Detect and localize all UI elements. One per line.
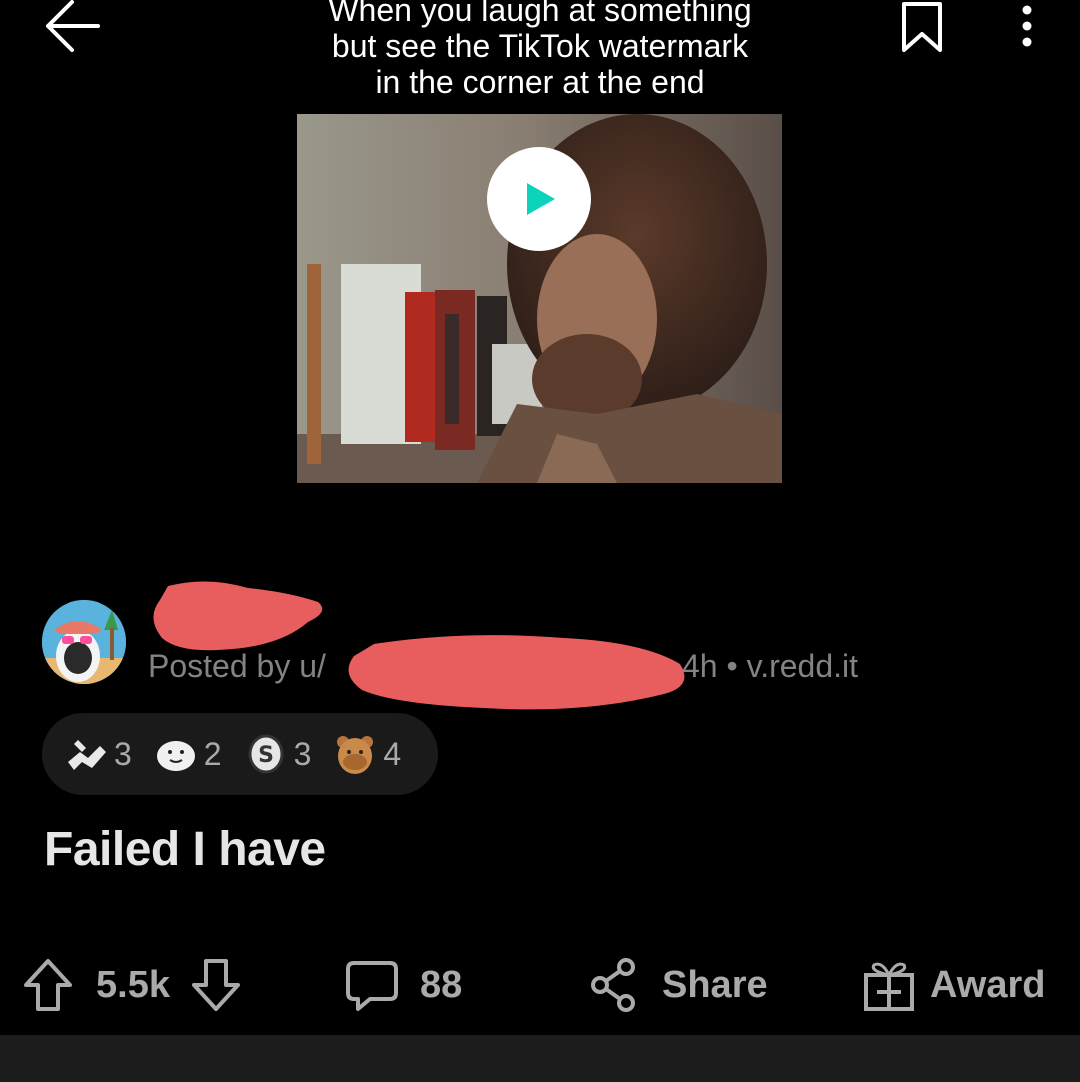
arrow-left-icon	[46, 0, 100, 52]
video-player[interactable]	[297, 114, 782, 483]
award-count: 2	[203, 735, 222, 772]
post-title: Failed I have	[44, 823, 326, 876]
share-button[interactable]: Share	[588, 950, 768, 1020]
seal-award-icon	[156, 741, 195, 771]
downvote-icon[interactable]	[190, 957, 242, 1013]
award-item: 4	[333, 732, 401, 776]
award-button[interactable]: Award	[862, 950, 1045, 1020]
back-button[interactable]	[40, 0, 104, 52]
play-icon	[527, 183, 555, 215]
avatar-image	[42, 600, 126, 684]
vote-count: 5.5k	[96, 963, 170, 1006]
video-caption: When you laugh at something but see the …	[250, 0, 830, 100]
comment-icon	[346, 961, 398, 1011]
award-count: 3	[114, 735, 132, 772]
caption-line: When you laugh at something	[328, 0, 752, 28]
gift-icon	[864, 962, 914, 1011]
author-redaction	[348, 635, 685, 710]
play-button[interactable]	[487, 147, 591, 251]
award-item: S 3	[244, 732, 312, 776]
comments-button[interactable]: 88	[344, 950, 462, 1020]
username-redaction	[153, 581, 323, 651]
more-options-button[interactable]	[1010, 2, 1044, 50]
arm-wrestling-award-icon	[68, 740, 106, 770]
awards-bar[interactable]: 3 2 S 3 4	[42, 713, 438, 795]
award-count: 4	[383, 735, 402, 772]
share-icon	[591, 958, 635, 1012]
bear-award-icon	[337, 736, 374, 774]
more-vertical-icon	[1022, 5, 1032, 47]
bottom-bar	[0, 1035, 1080, 1082]
share-label: Share	[662, 963, 768, 1006]
caption-line: in the corner at the end	[375, 64, 705, 100]
upvote-icon[interactable]	[22, 957, 74, 1013]
svg-text:S: S	[258, 743, 274, 768]
post-age-domain: • 4h • v.redd.it	[661, 648, 859, 684]
award-count: 3	[293, 735, 312, 772]
save-button[interactable]	[898, 0, 946, 56]
avatar[interactable]	[42, 600, 126, 684]
award-item: 3	[64, 732, 132, 776]
award-label: Award	[930, 963, 1046, 1006]
award-item: 2	[154, 732, 222, 776]
posted-by-label: Posted by u/	[148, 648, 326, 684]
comment-count: 88	[420, 963, 463, 1006]
bookmark-icon	[902, 2, 942, 52]
silver-coin-award-icon: S	[248, 734, 284, 774]
vote-controls: 5.5k	[22, 950, 242, 1020]
caption-line: but see the TikTok watermark	[331, 28, 749, 64]
